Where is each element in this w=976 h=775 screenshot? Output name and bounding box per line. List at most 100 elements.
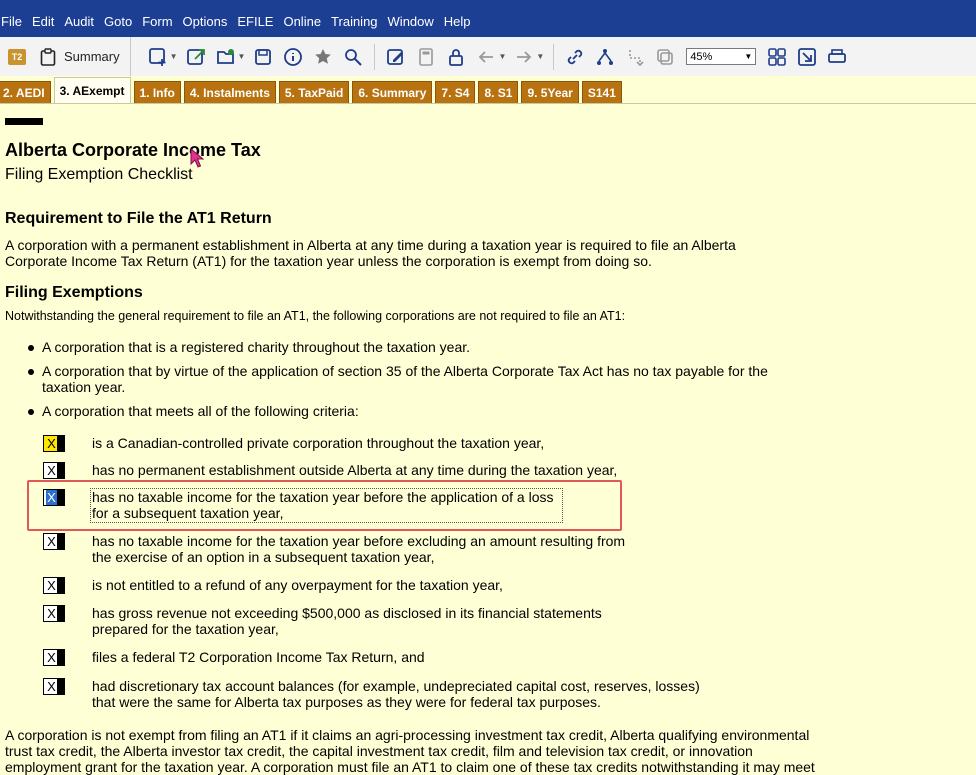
toolbar-icons: ▼ ▼ ▼ ▼ 45% ▼ — [131, 43, 853, 70]
print-icon[interactable] — [827, 47, 847, 67]
criteria-text: had discretionary tax account balances (… — [92, 678, 700, 710]
back-arrow-icon[interactable] — [476, 47, 496, 67]
exemptions-intro: Notwithstanding the general requirement … — [5, 309, 626, 323]
criteria-checkbox[interactable]: X — [43, 605, 65, 622]
tab-aexempt[interactable]: 3. AExempt — [53, 77, 131, 103]
criteria-text-line-1: has gross revenue not exceeding $500,000… — [92, 605, 602, 621]
criteria-checkbox[interactable]: X — [43, 678, 65, 695]
menu-help[interactable]: Help — [439, 14, 476, 29]
chevron-down-icon: ▼ — [744, 52, 753, 61]
calculator-icon[interactable] — [416, 47, 436, 67]
tab-instalments[interactable]: 4. Instalments — [183, 81, 276, 103]
requirement-paragraph-line-2: Corporate Income Tax Return (AT1) for th… — [5, 253, 652, 269]
export-icon[interactable] — [186, 47, 206, 67]
tab-5year[interactable]: 9. 5Year — [521, 81, 579, 103]
menu-file[interactable]: File — [0, 14, 27, 29]
summary-button[interactable]: Summary — [40, 47, 120, 66]
criteria-checkbox[interactable]: X — [43, 533, 65, 550]
zoom-value: 45% — [690, 50, 713, 63]
toolbar: T2 Summary ▼ ▼ ▼ ▼ 45% ▼ — [0, 37, 976, 77]
criteria-checkbox[interactable]: X — [43, 462, 65, 479]
criteria-checkbox[interactable]: X — [43, 649, 65, 666]
bullet-dot — [28, 345, 34, 351]
section-heading-exemptions: Filing Exemptions — [5, 284, 143, 301]
menu-online[interactable]: Online — [278, 14, 326, 29]
tab-summary[interactable]: 6. Summary — [352, 81, 433, 103]
bullet-text-line-1: A corporation that by virtue of the appl… — [42, 363, 768, 379]
tab-aedi[interactable]: 2. AEDI — [0, 81, 51, 103]
tab-info[interactable]: 1. Info — [133, 81, 181, 103]
criteria-text-line-2: that were the same for Alberta tax purpo… — [92, 694, 601, 710]
tree-icon[interactable] — [595, 47, 615, 67]
footer-paragraph-line-1: A corporation is not exempt from filing … — [5, 727, 810, 743]
search-icon[interactable] — [343, 47, 363, 67]
footer-paragraph-line-3: employment grant for the taxation year. … — [5, 759, 815, 775]
criteria-text: files a federal T2 Corporation Income Ta… — [92, 649, 425, 665]
menu-window[interactable]: Window — [383, 14, 439, 29]
tab-s4[interactable]: 7. S4 — [435, 81, 476, 103]
export-window-icon[interactable] — [797, 47, 817, 67]
form-content: Alberta Corporate Income Tax Filing Exem… — [0, 104, 976, 775]
new-form-dropdown-icon[interactable]: ▼ — [170, 52, 178, 61]
open-folder-icon[interactable] — [216, 47, 236, 67]
criteria-text: is not entitled to a refund of any overp… — [92, 577, 503, 593]
route-icon[interactable] — [625, 47, 645, 67]
requirement-paragraph-line-1: A corporation with a permanent establish… — [5, 237, 736, 253]
bullet-text: A corporation that by virtue of the appl… — [42, 363, 812, 395]
criteria-text-line-1: had discretionary tax account balances (… — [92, 678, 700, 694]
new-form-icon[interactable] — [148, 47, 168, 67]
toolbar-separator — [374, 43, 376, 70]
bullet-text: A corporation that meets all of the foll… — [42, 403, 359, 419]
bullet-text: A corporation that is a registered chari… — [42, 339, 471, 355]
lock-icon[interactable] — [446, 47, 466, 67]
tab-taxpaid[interactable]: 5. TaxPaid — [278, 81, 350, 103]
tab-s1[interactable]: 8. S1 — [478, 81, 519, 103]
star-icon[interactable] — [313, 47, 333, 67]
save-icon[interactable] — [253, 47, 273, 67]
menu-options[interactable]: Options — [178, 14, 233, 29]
criteria-text: has no taxable income for the taxation y… — [92, 533, 625, 565]
criteria-text-line-2: prepared for the taxation year, — [92, 621, 279, 637]
menu-training[interactable]: Training — [326, 14, 382, 29]
back-dropdown-icon[interactable]: ▼ — [498, 52, 506, 61]
bullet-dot — [28, 369, 34, 375]
copy-icon[interactable] — [655, 47, 675, 67]
link-icon[interactable] — [565, 47, 585, 67]
open-dropdown-icon[interactable]: ▼ — [238, 52, 246, 61]
criteria-text: has no permanent establishment outside A… — [92, 462, 618, 478]
footer-paragraph-line-2: trust tax credit, the Alberta investor t… — [5, 743, 753, 759]
criteria-checkbox[interactable]: X — [43, 577, 65, 594]
grid-icon[interactable] — [767, 47, 787, 67]
criteria-text-line-1: has no taxable income for the taxation y… — [92, 533, 626, 549]
menu-efile[interactable]: EFILE — [232, 14, 278, 29]
page-subtitle: Filing Exemption Checklist — [5, 166, 193, 183]
criteria-checkbox[interactable]: X — [43, 435, 65, 452]
summary-label: Summary — [64, 49, 120, 64]
toolbar-left-group: T2 Summary — [0, 37, 131, 76]
form-marker-bar — [5, 118, 43, 125]
mouse-cursor-icon — [190, 148, 204, 168]
criteria-text: is a Canadian-controlled private corpora… — [92, 435, 545, 451]
highlight-annotation — [27, 480, 622, 531]
forward-dropdown-icon[interactable]: ▼ — [536, 52, 544, 61]
toolbar-separator — [553, 43, 555, 70]
tab-s141[interactable]: S141 — [581, 81, 622, 103]
clipboard-icon — [40, 47, 56, 66]
forward-arrow-icon[interactable] — [514, 47, 534, 67]
bullet-text-line-2: taxation year. — [42, 379, 126, 395]
t2-badge[interactable]: T2 — [8, 48, 26, 65]
criteria-text-line-2: the exercise of an option in a subsequen… — [92, 549, 435, 565]
menu-audit[interactable]: Audit — [59, 14, 99, 29]
menu-bar: File Edit Audit Goto Form Options EFILE … — [0, 6, 976, 37]
form-tabs: 2. AEDI 3. AExempt 1. Info 4. Instalment… — [0, 76, 976, 104]
page-title: Alberta Corporate Income Tax — [5, 140, 261, 160]
section-heading-requirement: Requirement to File the AT1 Return — [5, 210, 272, 227]
zoom-select[interactable]: 45% ▼ — [686, 48, 757, 65]
menu-edit[interactable]: Edit — [27, 14, 59, 29]
menu-form[interactable]: Form — [137, 14, 177, 29]
menu-goto[interactable]: Goto — [99, 14, 137, 29]
edit-icon[interactable] — [386, 47, 406, 67]
criteria-text: has gross revenue not exceeding $500,000… — [92, 605, 602, 637]
info-icon[interactable] — [283, 47, 303, 67]
bullet-dot — [28, 409, 34, 415]
